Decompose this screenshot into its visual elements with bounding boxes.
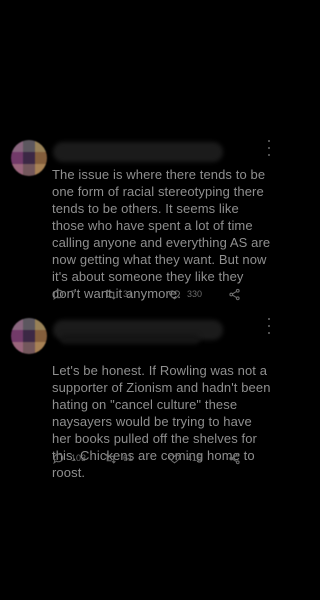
heart-icon (169, 289, 180, 299)
share-button[interactable] (228, 452, 241, 465)
reply-icon (53, 453, 64, 464)
retweet-button[interactable]: 31 (104, 288, 168, 301)
retweet-icon (105, 452, 116, 464)
like-count: 330 (187, 289, 203, 299)
tweet-actions: 103 61 415 (52, 450, 272, 466)
blurred-user-name (53, 142, 223, 162)
reply-button[interactable]: 103 (52, 452, 104, 465)
heart-icon (169, 453, 180, 463)
like-button[interactable]: 330 (168, 288, 228, 301)
more-options-icon[interactable] (264, 140, 274, 156)
retweet-count: 61 (123, 453, 134, 463)
share-icon (229, 288, 240, 300)
reply-count: 7 (71, 289, 77, 299)
share-button[interactable] (228, 288, 241, 301)
tweet-text: The issue is where there tends to be one… (52, 167, 271, 301)
tweet-actions: 7 31 330 (52, 286, 272, 302)
reply-count: 103 (71, 453, 87, 463)
reply-icon (53, 289, 64, 300)
more-options-icon[interactable] (264, 318, 274, 334)
avatar[interactable] (11, 318, 47, 354)
blurred-user-handle (60, 334, 200, 344)
retweet-button[interactable]: 61 (104, 452, 168, 465)
share-icon (229, 452, 240, 464)
reply-button[interactable]: 7 (52, 288, 104, 301)
retweet-count: 31 (123, 289, 134, 299)
like-button[interactable]: 415 (168, 452, 228, 465)
avatar[interactable] (11, 140, 47, 176)
retweet-icon (105, 288, 116, 300)
like-count: 415 (187, 453, 203, 463)
